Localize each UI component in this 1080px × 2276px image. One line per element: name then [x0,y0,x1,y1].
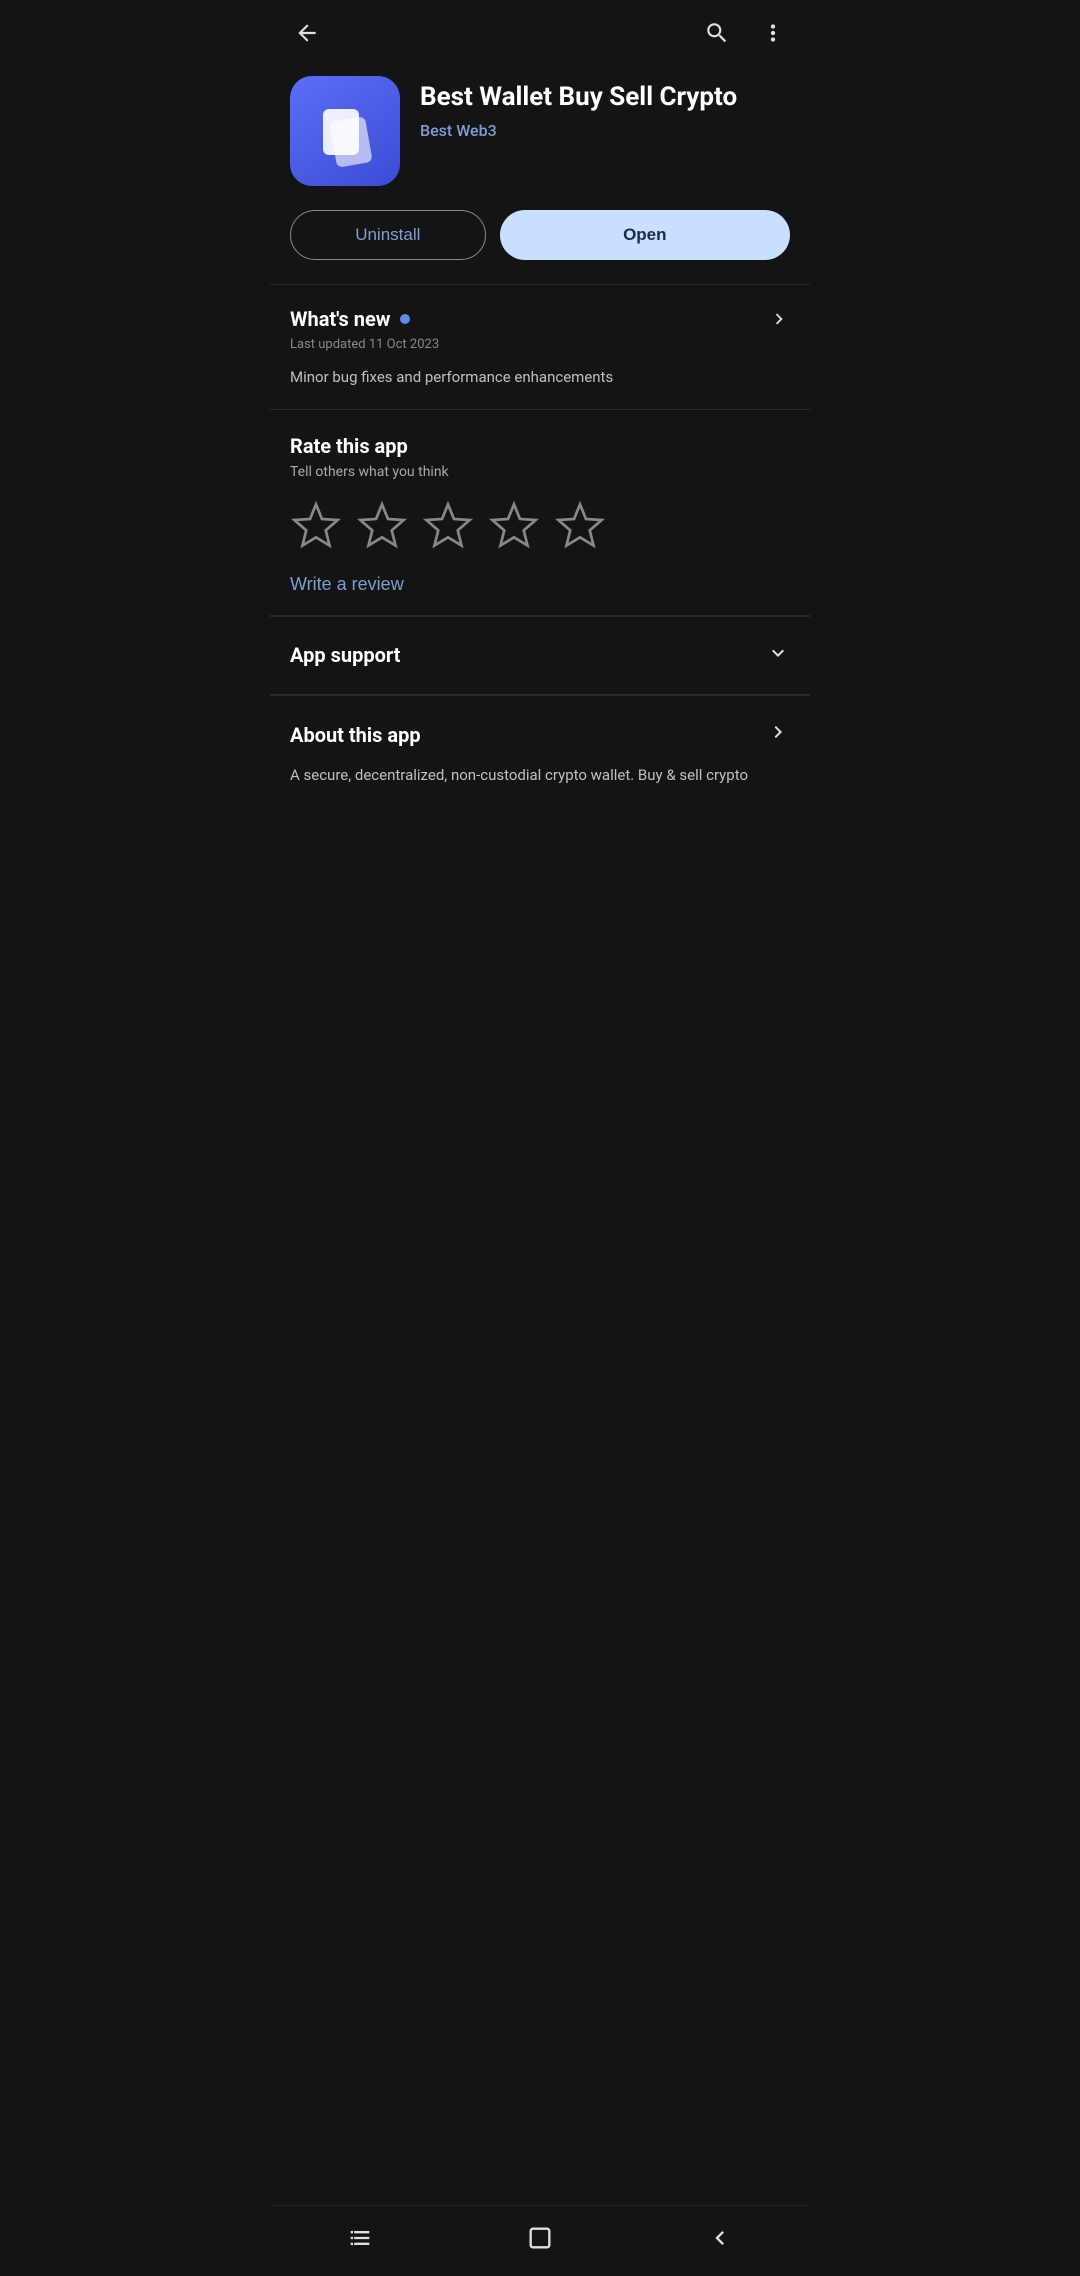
app-icon-graphic [309,95,381,167]
open-button[interactable]: Open [500,210,790,260]
top-bar [270,0,810,60]
stars-row [290,500,790,552]
back-nav-icon [706,2224,734,2252]
about-section: About this app A secure, decentralized, … [270,695,810,807]
about-arrow-icon[interactable] [766,720,790,750]
recent-apps-icon [346,2224,374,2252]
top-bar-right [700,16,790,50]
star-3[interactable] [422,500,474,552]
star-4[interactable] [488,500,540,552]
bottom-spacer [270,806,810,886]
app-support-title: App support [290,643,400,667]
bottom-nav [270,2205,810,2276]
back-nav-button[interactable] [686,2218,754,2258]
back-button[interactable] [290,16,324,50]
whats-new-header: What's new [290,307,790,331]
arrow-right-icon [768,308,790,330]
star-2[interactable] [356,500,408,552]
more-options-button[interactable] [756,16,790,50]
arrow-right-about-icon [766,720,790,744]
home-icon [526,2224,554,2252]
new-indicator-dot [400,314,410,324]
action-buttons: Uninstall Open [270,206,810,284]
recent-apps-button[interactable] [326,2218,394,2258]
search-icon [704,20,730,46]
rate-title: Rate this app [290,434,790,458]
whats-new-title: What's new [290,307,390,331]
about-title: About this app [290,709,421,747]
more-vert-icon [760,20,786,46]
app-name: Best Wallet Buy Sell Crypto [420,82,737,113]
app-developer: Best Web3 [420,121,737,140]
back-icon [294,20,320,46]
uninstall-button[interactable]: Uninstall [290,210,486,260]
chevron-down-icon [766,641,790,670]
search-button[interactable] [700,16,734,50]
home-button[interactable] [506,2218,574,2258]
star-5[interactable] [554,500,606,552]
last-updated-text: Last updated 11 Oct 2023 [290,337,790,352]
whats-new-arrow-button[interactable] [768,308,790,330]
expand-more-icon [766,641,790,665]
app-support-section[interactable]: App support [270,616,810,694]
about-description: A secure, decentralized, non-custodial c… [290,764,790,787]
whats-new-section: What's new Last updated 11 Oct 2023 Mino… [270,285,810,409]
rate-section: Rate this app Tell others what you think… [270,410,810,615]
app-icon [290,76,400,186]
update-description: Minor bug fixes and performance enhancem… [290,366,790,389]
whats-new-title-row: What's new [290,307,410,331]
top-bar-left [290,16,324,50]
app-header: Best Wallet Buy Sell Crypto Best Web3 [270,60,810,206]
app-info: Best Wallet Buy Sell Crypto Best Web3 [420,76,737,140]
about-header: About this app [290,706,790,750]
star-1[interactable] [290,500,342,552]
write-review-button[interactable]: Write a review [290,574,404,595]
rate-subtitle: Tell others what you think [290,464,790,480]
